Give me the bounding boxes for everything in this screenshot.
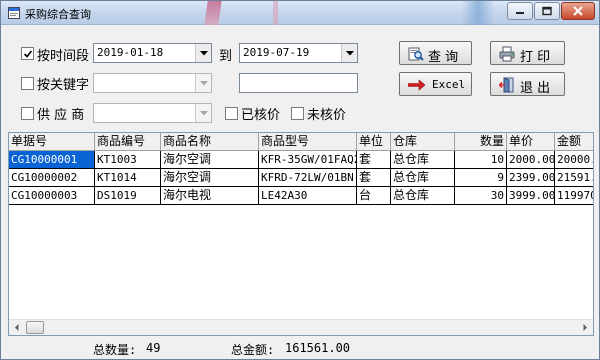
window-title: 采购综合查询 bbox=[25, 8, 91, 21]
column-header[interactable]: 仓库 bbox=[391, 133, 455, 151]
keyword-field-select[interactable] bbox=[93, 73, 212, 93]
table-cell[interactable]: 台 bbox=[357, 187, 391, 205]
reviewed-checkbox[interactable] bbox=[225, 107, 238, 120]
date-from-value: 2019-01-18 bbox=[97, 46, 164, 59]
table-cell[interactable]: KFRD-72LW/01BN- bbox=[259, 169, 357, 187]
supplier-label: 供 应 商 bbox=[37, 108, 85, 123]
total-amount-label: 总金额: bbox=[231, 343, 275, 357]
maximize-icon bbox=[542, 6, 552, 16]
maximize-button[interactable] bbox=[534, 2, 560, 20]
table-cell[interactable]: LE42A30 bbox=[259, 187, 357, 205]
table-cell[interactable]: 总仓库 bbox=[391, 151, 455, 169]
reviewed-label: 已核价 bbox=[241, 108, 281, 123]
table-cell[interactable]: 20000.00 bbox=[555, 151, 593, 169]
total-qty-value: 49 bbox=[146, 341, 161, 355]
supplier-select[interactable] bbox=[93, 103, 212, 123]
date-to-select[interactable]: 2019-07-19 bbox=[239, 43, 358, 63]
table-cell[interactable]: 套 bbox=[357, 151, 391, 169]
by-date-label: 按时间段 bbox=[37, 49, 90, 64]
by-keyword-checkbox[interactable] bbox=[21, 77, 34, 90]
table-row[interactable]: CG10000002 KT1014 海尔空调 KFRD-72LW/01BN- 套总仓库 9… bbox=[9, 169, 593, 187]
arrow-right-icon bbox=[407, 79, 426, 95]
table-cell[interactable]: KT1014 bbox=[95, 169, 161, 187]
by-date-checkbox[interactable] bbox=[21, 47, 34, 60]
app-icon bbox=[8, 7, 20, 19]
chevron-down-icon[interactable] bbox=[195, 104, 211, 122]
table-cell[interactable]: CG10000001 bbox=[9, 151, 95, 169]
table-cell[interactable]: 套 bbox=[357, 169, 391, 187]
title-decoration bbox=[204, 1, 222, 25]
exit-button-label: 退 出 bbox=[520, 81, 551, 96]
chevron-down-icon[interactable] bbox=[195, 44, 211, 62]
table-cell[interactable]: KFR-35GW/01FAQ2 bbox=[259, 151, 357, 169]
table-cell[interactable]: 9 bbox=[455, 169, 507, 187]
total-qty-label: 总数量: bbox=[93, 343, 137, 357]
print-button[interactable]: 打 印 bbox=[490, 41, 565, 65]
table-cell[interactable]: 30 bbox=[455, 187, 507, 205]
search-icon bbox=[408, 46, 424, 62]
query-button-label: 查 询 bbox=[428, 50, 459, 65]
table-cell[interactable]: KT1003 bbox=[95, 151, 161, 169]
keyword-input[interactable] bbox=[239, 73, 358, 93]
title-bar[interactable]: 采购综合查询 bbox=[1, 1, 599, 25]
date-to-label: 到 bbox=[219, 49, 233, 64]
table-row[interactable]: CG10000003 DS1019 海尔电视 LE42A30 台总仓库 30 3999.00… bbox=[9, 187, 593, 205]
close-button[interactable] bbox=[561, 2, 595, 20]
table-cell[interactable]: CG10000002 bbox=[9, 169, 95, 187]
table-cell[interactable]: CG10000003 bbox=[9, 187, 95, 205]
table-cell[interactable]: 总仓库 bbox=[391, 187, 455, 205]
column-header[interactable]: 单位 bbox=[357, 133, 391, 151]
main-window: 采购综合查询 按时间段 2019-01-18 到 2019-07-19 按关键字… bbox=[0, 0, 600, 360]
table-cell[interactable]: 119970.00 bbox=[555, 187, 593, 205]
chevron-down-icon[interactable] bbox=[341, 44, 357, 62]
column-header[interactable]: 商品名称 bbox=[161, 133, 259, 151]
scroll-thumb[interactable] bbox=[26, 321, 44, 334]
exit-door-icon bbox=[498, 77, 515, 93]
table-cell[interactable]: 21591.00 bbox=[555, 169, 593, 187]
table-cell[interactable]: 海尔空调 bbox=[161, 169, 259, 187]
printer-icon bbox=[499, 46, 515, 62]
minimize-icon bbox=[516, 12, 524, 14]
table-cell[interactable]: 2000.00 bbox=[507, 151, 555, 169]
column-header[interactable]: 商品编号 bbox=[95, 133, 161, 151]
supplier-checkbox[interactable] bbox=[21, 107, 34, 120]
table-cell[interactable]: 10 bbox=[455, 151, 507, 169]
column-header[interactable]: 单价 bbox=[507, 133, 555, 151]
column-header[interactable]: 金额 bbox=[555, 133, 593, 151]
exit-button[interactable]: 退 出 bbox=[490, 72, 565, 96]
table-cell[interactable]: 海尔电视 bbox=[161, 187, 259, 205]
print-button-label: 打 印 bbox=[520, 50, 551, 65]
table-row[interactable]: CG10000001 KT1003 海尔空调 KFR-35GW/01FAQ2 套总仓库 1… bbox=[9, 151, 593, 169]
chevron-down-icon[interactable] bbox=[195, 74, 211, 92]
column-header[interactable]: 数量 bbox=[455, 133, 507, 151]
column-header[interactable]: 单据号 bbox=[9, 133, 95, 151]
excel-button[interactable]: Excel bbox=[399, 72, 472, 96]
chevron-left-icon bbox=[15, 324, 19, 331]
scroll-right-button[interactable] bbox=[577, 320, 593, 335]
check-icon bbox=[23, 50, 33, 58]
total-amount-value: 161561.00 bbox=[285, 341, 351, 355]
query-button[interactable]: 查 询 bbox=[399, 41, 472, 65]
unreviewed-checkbox[interactable] bbox=[291, 107, 304, 120]
minimize-button[interactable] bbox=[507, 2, 533, 20]
column-header[interactable]: 商品型号 bbox=[259, 133, 357, 151]
table-cell[interactable]: DS1019 bbox=[95, 187, 161, 205]
purchase-table[interactable]: 单据号 商品编号 商品名称 商品型号 单位 仓库 数量 单价 金额 CG10000001 KT10… bbox=[8, 132, 594, 336]
horizontal-scrollbar[interactable] bbox=[9, 319, 593, 335]
date-from-select[interactable]: 2019-01-18 bbox=[93, 43, 212, 63]
date-to-value: 2019-07-19 bbox=[243, 46, 310, 59]
close-icon bbox=[573, 6, 583, 16]
table-cell[interactable]: 2399.00 bbox=[507, 169, 555, 187]
excel-button-label: Excel bbox=[432, 78, 466, 91]
chevron-right-icon bbox=[583, 324, 587, 331]
by-keyword-label: 按关键字 bbox=[37, 78, 90, 93]
table-cell[interactable]: 海尔空调 bbox=[161, 151, 259, 169]
table-cell[interactable]: 总仓库 bbox=[391, 169, 455, 187]
table-cell[interactable]: 3999.00 bbox=[507, 187, 555, 205]
title-decoration bbox=[273, 1, 278, 25]
scroll-left-button[interactable] bbox=[9, 320, 25, 335]
unreviewed-label: 未核价 bbox=[307, 108, 347, 123]
title-decoration bbox=[461, 1, 495, 25]
